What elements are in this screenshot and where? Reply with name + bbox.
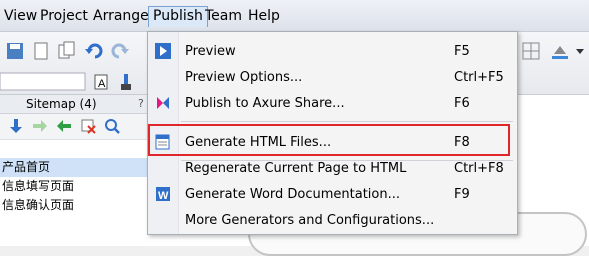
- menu-item-shortcut: Ctrl+F8: [454, 161, 504, 176]
- grid-icon[interactable]: [520, 40, 542, 62]
- format-painter-icon[interactable]: A: [92, 72, 112, 92]
- word-doc-icon: W: [156, 187, 170, 202]
- svg-text:W: W: [158, 190, 169, 202]
- sitemap-header: Sitemap (4) ?: [0, 95, 148, 114]
- menu-item-generate-word[interactable]: W Generate Word Documentation... F9: [148, 182, 515, 208]
- axure-share-icon: [157, 97, 169, 109]
- menu-team[interactable]: Team: [201, 6, 246, 27]
- menu-item-label: Preview Options...: [185, 70, 303, 85]
- menu-item-label: Regenerate Current Page to HTML: [185, 161, 407, 176]
- fill-color-icon[interactable]: [548, 40, 588, 62]
- indent-icon[interactable]: [32, 118, 48, 134]
- menu-item-regenerate-html[interactable]: Regenerate Current Page to HTML Ctrl+F8: [148, 156, 515, 182]
- undo-icon[interactable]: [84, 40, 106, 62]
- menu-help[interactable]: Help: [244, 6, 284, 27]
- menu-item-preview[interactable]: Preview F5: [148, 39, 515, 65]
- menu-item-shortcut: F9: [454, 187, 470, 202]
- sitemap-tree: 产品首页 信息填写页面 信息确认页面: [0, 140, 148, 246]
- page-icon[interactable]: [30, 40, 52, 62]
- sitemap-page-info-confirm[interactable]: 信息确认页面: [0, 196, 148, 215]
- menu-item-shortcut: F6: [454, 96, 470, 111]
- menu-arrange[interactable]: Arrange: [89, 6, 153, 27]
- menu-item-preview-options[interactable]: Preview Options... Ctrl+F5: [148, 65, 515, 91]
- redo-icon[interactable]: [108, 40, 130, 62]
- highlight-annotation-box: [148, 124, 510, 156]
- save-icon[interactable]: [4, 40, 26, 62]
- sitemap-page-info-input[interactable]: 信息填写页面: [0, 177, 148, 196]
- preview-play-icon: [155, 43, 171, 59]
- menu-publish[interactable]: Publish: [148, 6, 208, 27]
- brush-icon[interactable]: [116, 72, 136, 92]
- svg-text:A: A: [98, 78, 106, 90]
- menu-item-more-generators[interactable]: More Generators and Configurations...: [148, 208, 515, 234]
- sitemap-title: Sitemap (4): [26, 97, 97, 111]
- menu-item-shortcut: Ctrl+F5: [454, 70, 504, 85]
- menu-item-label: Preview: [185, 44, 236, 59]
- menu-project[interactable]: Project: [36, 6, 92, 27]
- search-icon[interactable]: [104, 118, 120, 134]
- menu-item-label: Generate Word Documentation...: [185, 187, 401, 202]
- sitemap-page-home[interactable]: 产品首页: [0, 158, 148, 177]
- delete-page-icon[interactable]: [80, 118, 96, 134]
- menu-separator: [181, 121, 513, 122]
- copy-icon[interactable]: [56, 40, 78, 62]
- move-down-icon[interactable]: [8, 118, 24, 134]
- menu-item-label: Publish to Axure Share...: [185, 96, 345, 111]
- menu-item-publish-axure-share[interactable]: Publish to Axure Share... F6: [148, 91, 515, 117]
- menu-item-shortcut: F5: [454, 44, 470, 59]
- menu-bar: View Project Arrange Publish Team Help: [0, 0, 589, 32]
- menu-item-label: More Generators and Configurations...: [185, 213, 435, 228]
- outdent-icon[interactable]: [56, 118, 72, 134]
- help-icon[interactable]: ?: [138, 97, 144, 110]
- sitemap-toolbar: [0, 114, 148, 140]
